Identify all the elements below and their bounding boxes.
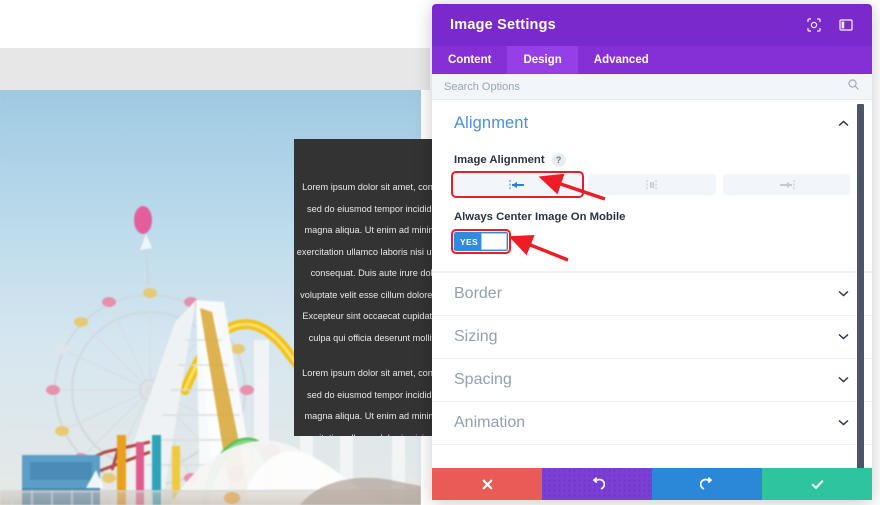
section-sizing[interactable]: Sizing	[432, 315, 872, 358]
center-on-mobile-toggle-wrap: YES	[451, 229, 511, 254]
panel-scrollbar-track[interactable]	[857, 102, 868, 468]
section-alignment: Alignment	[432, 100, 872, 137]
align-right-button[interactable]	[722, 174, 850, 195]
check-icon	[811, 479, 823, 489]
redo-icon	[699, 476, 712, 489]
undo-icon	[592, 476, 605, 489]
page-top-band	[0, 0, 440, 48]
center-on-mobile-label-row: Always Center Image On Mobile	[454, 211, 850, 223]
toggle-knob	[481, 233, 507, 250]
chevron-down-icon[interactable]	[837, 371, 850, 389]
section-border[interactable]: Border	[432, 272, 872, 315]
section-spacing[interactable]: Spacing	[432, 358, 872, 401]
chevron-down-icon[interactable]	[837, 414, 850, 432]
section-spacing-title: Spacing	[454, 371, 512, 388]
section-animation[interactable]: Animation	[432, 401, 872, 444]
image-alignment-label-row: Image Alignment ?	[454, 153, 850, 167]
panel-body: Alignment Image Alignment ? Always Cente…	[432, 100, 872, 468]
center-on-mobile-label: Always Center Image On Mobile	[454, 211, 626, 223]
tab-content[interactable]: Content	[432, 46, 507, 74]
redo-button[interactable]	[652, 468, 762, 500]
help-icon[interactable]: ?	[551, 153, 566, 167]
align-left-icon	[509, 179, 525, 190]
target-icon[interactable]	[806, 17, 822, 33]
field-image-alignment: Image Alignment ?	[432, 153, 872, 198]
search-options-bar	[432, 74, 872, 100]
panel-header: Image Settings	[432, 4, 872, 46]
search-icon[interactable]	[847, 78, 860, 96]
field-center-on-mobile: Always Center Image On Mobile YES	[432, 211, 872, 254]
section-sizing-title: Sizing	[454, 328, 498, 345]
section-alignment-title: Alignment	[454, 114, 529, 132]
tab-advanced[interactable]: Advanced	[578, 46, 665, 74]
toggle-state-label: YES	[460, 236, 478, 247]
screenshot-stage: Lorem ipsum dolor sit amet, consectetur …	[0, 0, 880, 505]
chevron-down-icon[interactable]	[837, 328, 850, 346]
section-animation-title: Animation	[454, 414, 526, 431]
save-button[interactable]	[762, 468, 872, 500]
panel-tabs: Content Design Advanced	[432, 46, 872, 74]
tab-design[interactable]: Design	[507, 46, 578, 74]
image-settings-panel: Image Settings Content Design Advanced S…	[432, 4, 872, 500]
layout-panel-icon[interactable]	[838, 17, 854, 33]
image-alignment-label: Image Alignment	[454, 154, 545, 166]
page-gray-band	[0, 48, 430, 90]
center-on-mobile-toggle[interactable]: YES	[454, 232, 508, 251]
section-divider-bottom	[432, 444, 872, 445]
section-border-title: Border	[454, 285, 503, 302]
align-center-icon	[646, 179, 658, 190]
panel-scrollbar-thumb[interactable]	[857, 104, 864, 468]
align-left-button[interactable]	[450, 171, 585, 198]
chevron-down-icon[interactable]	[837, 285, 850, 303]
close-button[interactable]	[432, 468, 542, 500]
chevron-up-icon[interactable]	[837, 115, 850, 133]
x-icon	[482, 479, 492, 489]
panel-title: Image Settings	[450, 17, 556, 33]
align-center-button[interactable]	[588, 174, 716, 195]
align-right-icon	[779, 179, 795, 190]
undo-button[interactable]	[542, 468, 652, 500]
image-alignment-options	[450, 171, 850, 198]
search-input[interactable]	[444, 80, 847, 93]
section-alignment-header[interactable]: Alignment	[454, 114, 850, 133]
panel-header-icons	[806, 17, 854, 33]
panel-footer	[432, 468, 872, 500]
